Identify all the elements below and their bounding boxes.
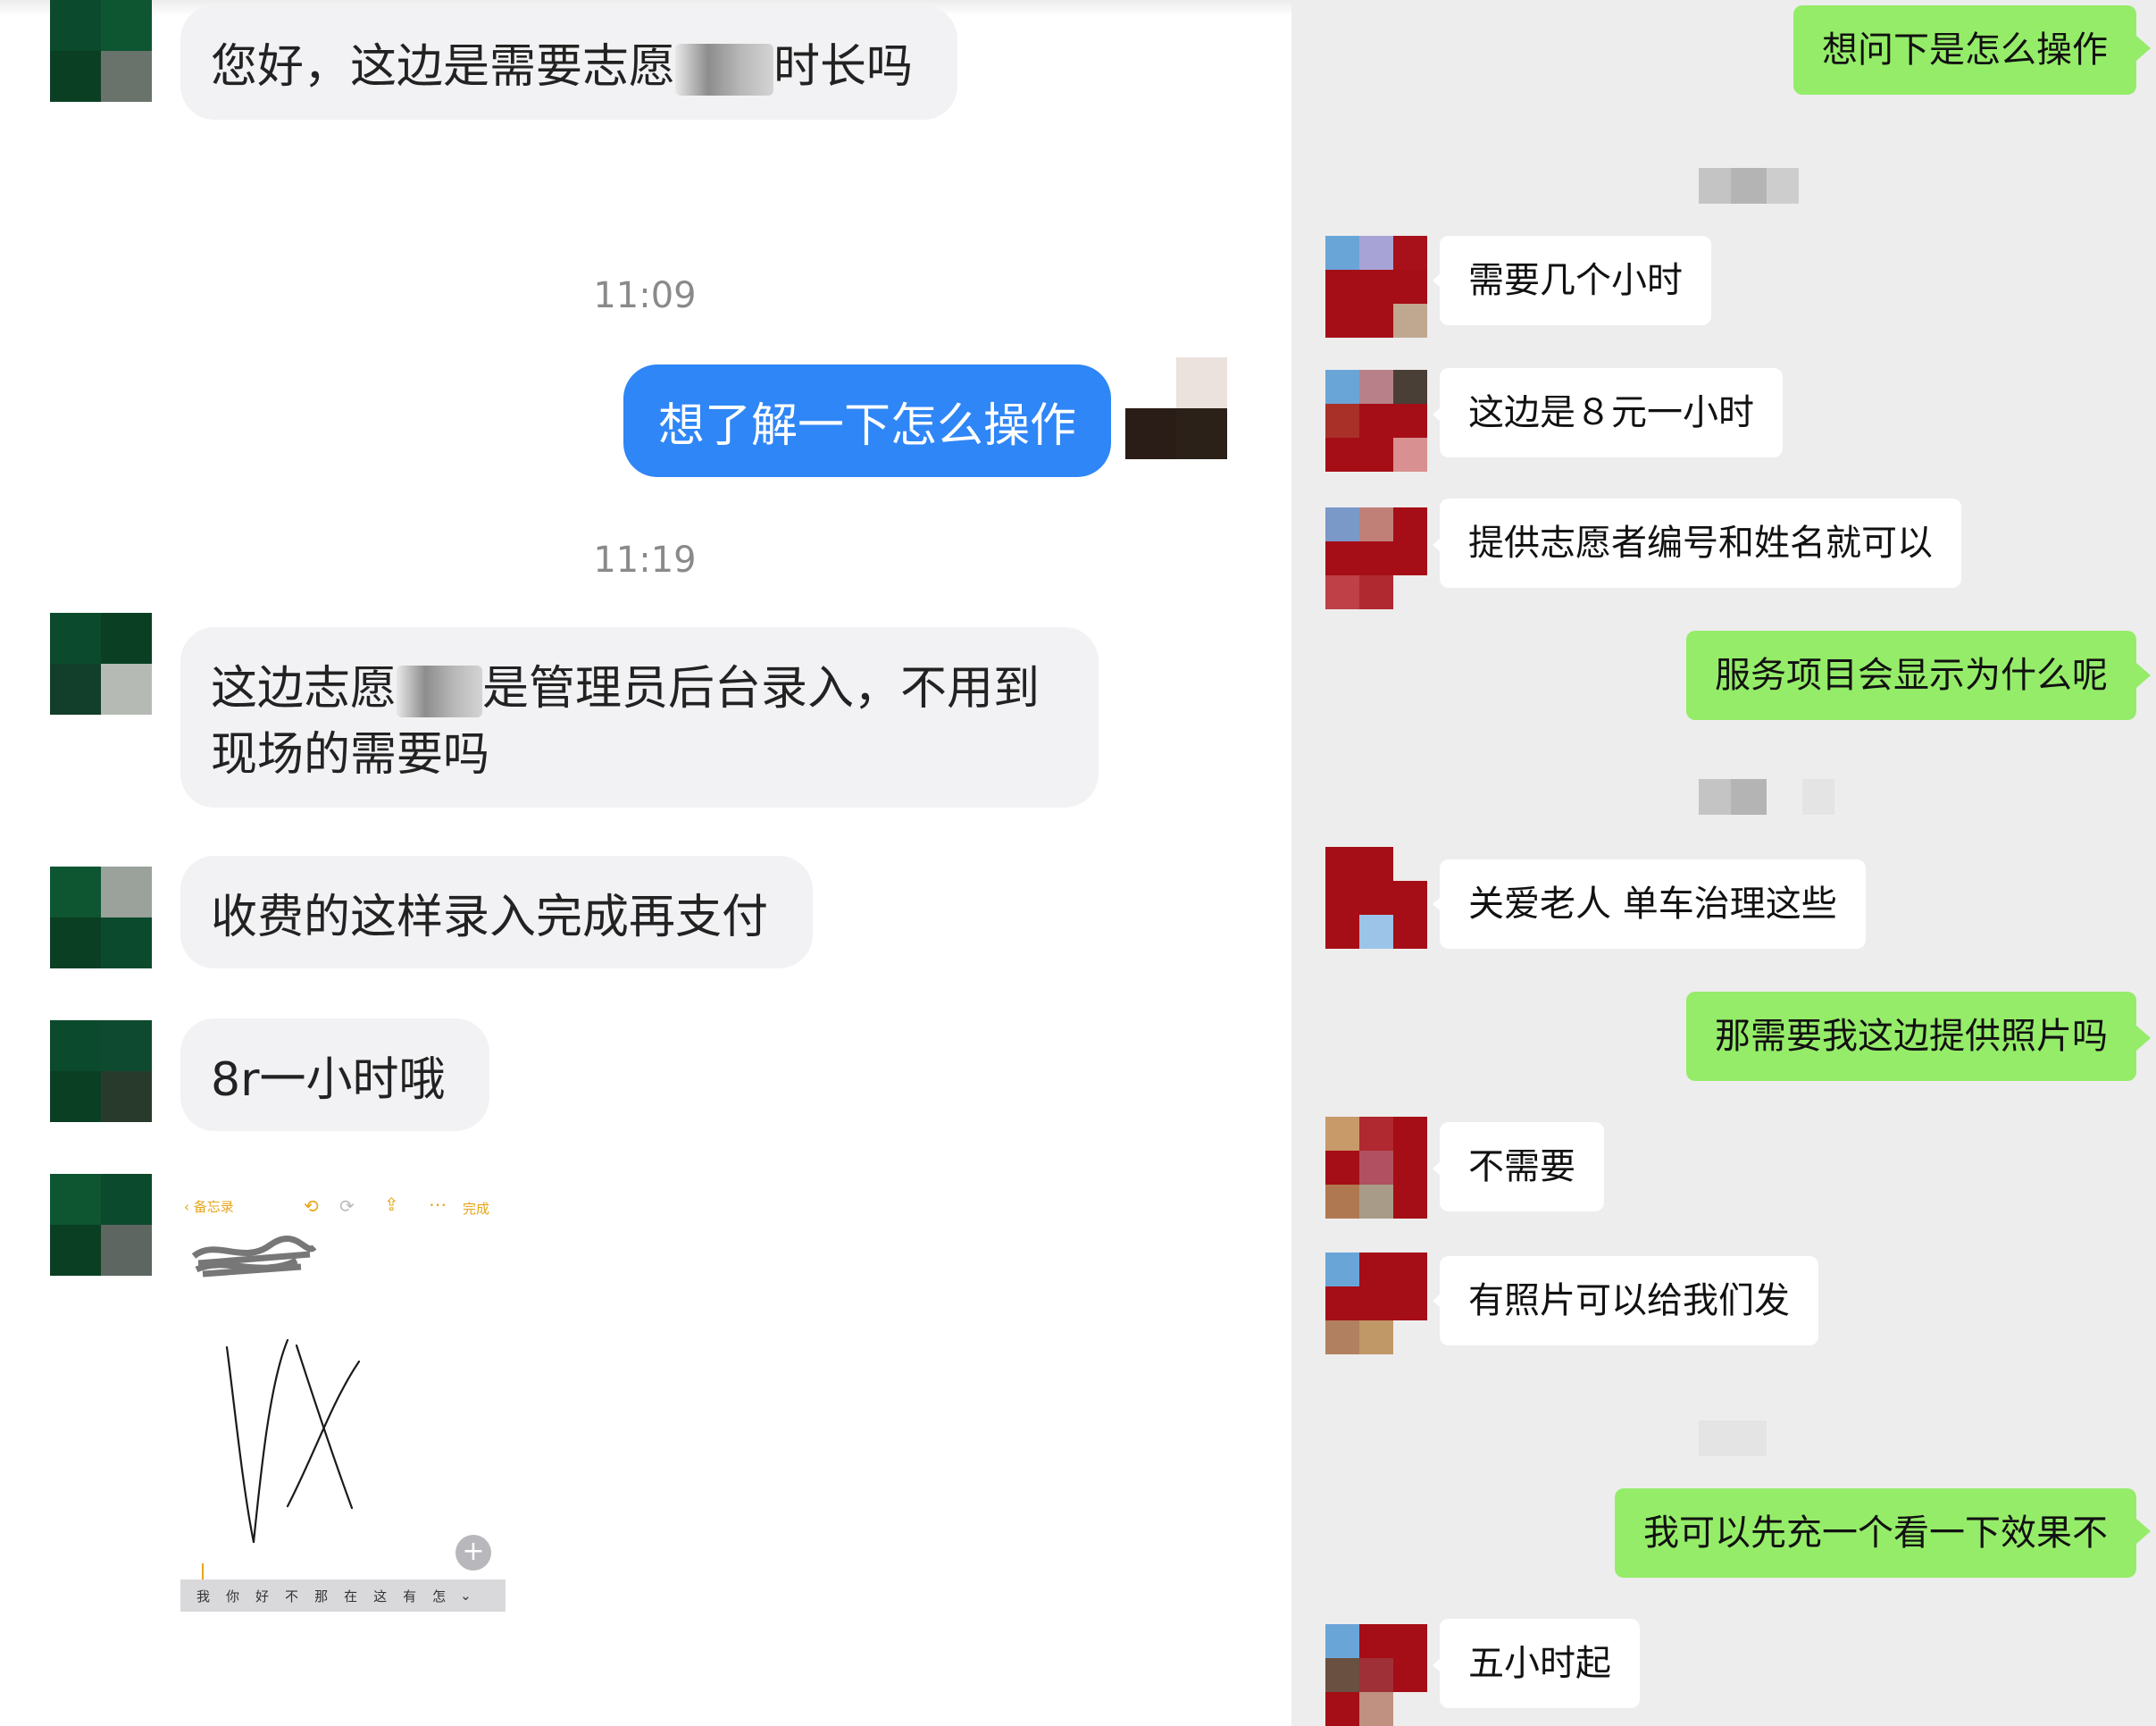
scribbled-title	[191, 1236, 317, 1278]
message-text: 8r一小时哦	[211, 1053, 446, 1107]
message-bubble-incoming[interactable]: 8r一小时哦	[180, 1018, 489, 1131]
timestamp: 11:19	[593, 540, 697, 581]
message-bubble-incoming[interactable]: 不需要	[1440, 1122, 1604, 1211]
redacted-text	[397, 666, 483, 717]
message-text: 现场的需要吗	[211, 728, 490, 782]
message-bubble-outgoing[interactable]: 服务项目会显示为什么呢	[1686, 631, 2136, 720]
message-text: 这边是８元一小时	[1468, 392, 1754, 433]
candidate-word: 我	[196, 1588, 211, 1605]
message-text: 五小时起	[1468, 1643, 1611, 1684]
notes-back-button: ‹ 备忘录	[184, 1199, 234, 1215]
message-bubble-outgoing[interactable]: 那需要我这边提供照片吗	[1686, 992, 2136, 1081]
message-text: 是管理员后台录入，不用到	[482, 662, 1040, 716]
message-bubble-incoming[interactable]: 五小时起	[1440, 1619, 1640, 1708]
bubble-tail	[2136, 1026, 2151, 1051]
handwriting-vx-drawing	[225, 1338, 361, 1544]
notes-back-label: 备忘录	[193, 1199, 234, 1215]
image-message-notes-screenshot[interactable]: ‹ 备忘录 ⟲ ⟳ ⇪ ⋯ 完成 + 我 你 好 不 那 在 这 有 怎 ⌄	[180, 1177, 506, 1615]
candidate-word: 怎	[432, 1588, 447, 1605]
message-text: 这边志愿	[211, 662, 397, 716]
message-text: 不需要	[1468, 1146, 1575, 1187]
candidate-word: 那	[314, 1588, 329, 1605]
bubble-tail	[2136, 36, 2151, 61]
bubble-tail	[2136, 663, 2151, 688]
message-text: 关爱老人 单车治理这些	[1468, 884, 1837, 925]
message-bubble-incoming[interactable]: 提供志愿者编号和姓名就可以	[1440, 499, 1961, 588]
candidate-word: 这	[373, 1588, 388, 1605]
share-icon: ⇪	[384, 1194, 399, 1215]
left-chat-pane: 您好，这边是需要志愿 时长吗 11:09 想了解一下怎么操作 11:19 这边志愿…	[0, 0, 1291, 1726]
avatar[interactable]	[1325, 1117, 1427, 1219]
avatar[interactable]	[50, 867, 152, 968]
message-text: 提供志愿者编号和姓名就可以	[1468, 523, 1933, 564]
message-bubble-outgoing[interactable]: 想问下是怎么操作	[1793, 5, 2136, 95]
avatar[interactable]	[1325, 1253, 1427, 1354]
right-chat-pane: 想问下是怎么操作 需要几个小时 这边是８元一小时 提供志愿者编号和姓名就可以 服…	[1291, 0, 2156, 1726]
message-bubble-incoming[interactable]: 收费的这样录入完成再支付	[180, 856, 813, 968]
notes-done-button: 完成	[463, 1201, 490, 1217]
message-text: 想了解一下怎么操作	[657, 399, 1076, 453]
avatar[interactable]	[50, 0, 152, 102]
message-text: 您好，这边是需要志愿	[211, 40, 676, 94]
more-icon: ⋯	[429, 1194, 447, 1215]
keyboard-candidate-bar: 我 你 好 不 那 在 这 有 怎 ⌄	[180, 1579, 506, 1612]
message-text: 收费的这样录入完成再支付	[211, 891, 769, 944]
message-text: 想问下是怎么操作	[1822, 29, 2108, 71]
undo-icon: ⟲	[304, 1195, 319, 1217]
redacted-timestamp	[1699, 168, 1799, 204]
message-bubble-incoming[interactable]: 有照片可以给我们发	[1440, 1256, 1818, 1345]
avatar[interactable]	[50, 613, 152, 715]
avatar[interactable]	[1325, 236, 1427, 338]
message-bubble-incoming[interactable]: 您好，这边是需要志愿 时长吗	[180, 5, 957, 120]
message-bubble-incoming[interactable]: 需要几个小时	[1440, 236, 1711, 325]
avatar[interactable]	[1325, 370, 1427, 472]
message-text: 服务项目会显示为什么呢	[1715, 655, 2108, 696]
message-bubble-outgoing[interactable]: 我可以先充一个看一下效果不	[1615, 1488, 2136, 1578]
message-text: 有照片可以给我们发	[1468, 1280, 1790, 1321]
chevron-down-icon: ⌄	[460, 1588, 472, 1604]
redacted-text	[675, 44, 774, 96]
candidate-word: 你	[226, 1588, 240, 1605]
add-icon: +	[455, 1535, 491, 1571]
avatar[interactable]	[50, 1020, 152, 1122]
avatar[interactable]	[1325, 507, 1427, 609]
bubble-tail	[2136, 1519, 2151, 1544]
message-bubble-incoming[interactable]: 这边志愿 是管理员后台录入，不用到 现场的需要吗	[180, 627, 1099, 808]
redacted-timestamp	[1699, 1420, 1767, 1456]
message-text: 需要几个小时	[1468, 260, 1683, 301]
redacted-timestamp	[1699, 779, 1834, 815]
message-bubble-outgoing[interactable]: 想了解一下怎么操作	[623, 364, 1111, 477]
timestamp: 11:09	[593, 275, 697, 316]
message-bubble-incoming[interactable]: 这边是８元一小时	[1440, 368, 1783, 457]
avatar[interactable]	[1325, 1624, 1427, 1726]
candidate-word: 在	[344, 1588, 358, 1605]
message-bubble-incoming[interactable]: 关爱老人 单车治理这些	[1440, 859, 1866, 949]
candidate-word: 不	[285, 1588, 299, 1605]
message-text: 我可以先充一个看一下效果不	[1643, 1512, 2108, 1554]
candidate-word: 有	[403, 1588, 417, 1605]
avatar[interactable]	[1325, 847, 1427, 949]
redo-icon: ⟳	[339, 1195, 355, 1217]
my-avatar[interactable]	[1125, 357, 1227, 459]
candidate-word: 好	[255, 1588, 270, 1605]
avatar[interactable]	[50, 1174, 152, 1276]
message-text: 那需要我这边提供照片吗	[1715, 1016, 2108, 1057]
message-text: 时长吗	[773, 40, 914, 94]
